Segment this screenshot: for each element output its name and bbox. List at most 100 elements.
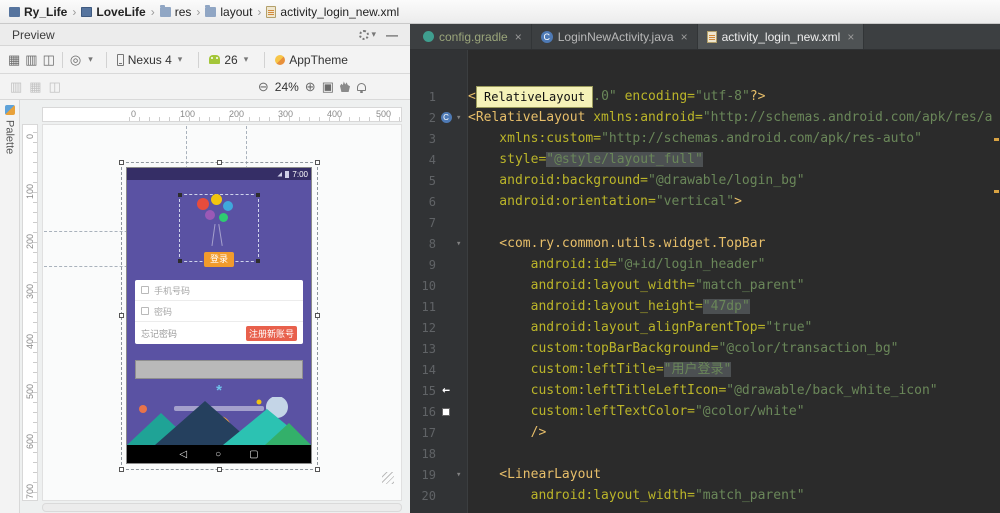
theme-selector[interactable]: AppTheme [272, 52, 351, 68]
gutter-line[interactable]: 5 [410, 170, 467, 191]
layout-variant-icon[interactable]: ▦ [8, 53, 20, 66]
zoom-fit-icon[interactable]: ▣ [322, 80, 334, 93]
zoom-level: 24% [274, 79, 299, 94]
gutter-line[interactable]: 6 [410, 191, 467, 212]
layout-variant3-icon[interactable]: ◫ [43, 53, 55, 66]
resize-handle[interactable] [315, 313, 320, 318]
gutter-line[interactable]: 8 ▾ [410, 233, 467, 254]
breadcrumb-item[interactable]: activity_login_new.xml [263, 4, 402, 20]
gutter-line[interactable]: 15 ← [410, 380, 467, 401]
pan-hand-icon[interactable] [340, 81, 350, 92]
design-canvas[interactable]: Palette 0 100 200 300 400 500 0 100 200 300 400 50… [0, 100, 410, 513]
fold-marker[interactable]: ▾ [456, 470, 466, 480]
gutter-line[interactable]: 16 [410, 401, 467, 422]
gutter-line[interactable]: 2 C ▾ [410, 107, 467, 128]
code-token: "match_parent" [694, 488, 805, 503]
resize-handle[interactable] [216, 467, 222, 472]
code-line[interactable]: custom:leftTextColor="@color/white" [468, 401, 992, 422]
resize-handle[interactable] [119, 467, 124, 472]
xml-file-icon [266, 5, 277, 18]
editor-tabbar: config.gradle × C LoginNewActivity.java × act… [410, 24, 1000, 50]
fold-marker[interactable]: ▾ [456, 239, 466, 249]
close-tab-icon[interactable]: × [847, 30, 854, 44]
zoom-in-icon[interactable]: ⊕ [305, 80, 316, 93]
resize-handle[interactable] [119, 313, 124, 318]
gutter-line[interactable]: 20 [410, 485, 467, 506]
gutter-line[interactable]: 11 [410, 296, 467, 317]
hide-panel-button[interactable]: — [382, 28, 402, 42]
close-tab-icon[interactable]: × [515, 30, 522, 44]
tab-config-gradle[interactable]: config.gradle × [414, 24, 532, 49]
device-selector[interactable]: Nexus 4 ▾ [114, 52, 192, 68]
code-token: "match_parent" [694, 278, 805, 293]
gutter-line[interactable]: 7 [410, 212, 467, 233]
gear-icon[interactable] [359, 29, 370, 40]
breadcrumb-separator-icon: › [150, 4, 155, 19]
close-tab-icon[interactable]: × [681, 30, 688, 44]
code-line[interactable]: <LinearLayout [468, 464, 992, 485]
breadcrumb-label: Ry_Life [24, 4, 68, 19]
breadcrumb-item[interactable]: layout [202, 4, 255, 20]
design-surface-icon[interactable]: ◎ [70, 53, 81, 66]
ruler-label: 700 [25, 484, 35, 500]
gutter-line[interactable]: 18 [410, 443, 467, 464]
gutter-line[interactable]: 13 [410, 338, 467, 359]
gutter-line[interactable]: 19 ▾ [410, 464, 467, 485]
tab-activity-login-new-xml[interactable]: activity_login_new.xml × [697, 24, 865, 49]
code-line[interactable]: android:id="@+id/login_header" [468, 254, 992, 275]
code-line[interactable]: <RelativeLayout xmlns:android="http://sc… [468, 107, 992, 128]
ruler-label: 400 [327, 109, 343, 119]
code-token: android:layout_width= [468, 488, 695, 503]
code-line[interactable]: android:layout_height="47dp" [468, 296, 992, 317]
line-number: 7 [428, 215, 436, 230]
editor-error-stripe[interactable] [992, 50, 1000, 513]
code-line[interactable] [468, 443, 992, 464]
zoom-out-icon[interactable]: ⊖ [258, 80, 269, 93]
code-line[interactable]: <com.ry.common.utils.widget.TopBar [468, 233, 992, 254]
code-line[interactable]: custom:leftTitle="用户登录" [468, 359, 992, 380]
code-line[interactable]: android:layout_width="match_parent" [468, 275, 992, 296]
breadcrumb-item[interactable]: LoveLife [78, 4, 148, 20]
breadcrumb-item[interactable]: res [157, 4, 195, 20]
code-editor[interactable]: RelativeLayout 1 2 C ▾ 3 4 5 6 7 8 ▾ 9 10 11 12 13 14 15 ←… [410, 50, 1000, 513]
editor-panel: config.gradle × C LoginNewActivity.java × act… [410, 24, 1000, 513]
code-line[interactable]: custom:leftTitleLeftIcon="@drawable/back… [468, 380, 992, 401]
code-line[interactable] [468, 212, 992, 233]
code-line[interactable]: android:layout_alignParentTop="true" [468, 317, 992, 338]
code-line[interactable]: style="@style/layout_full" [468, 149, 992, 170]
code-line[interactable]: custom:topBarBackground="@color/transact… [468, 338, 992, 359]
code-line[interactable]: xmlns:custom="http://schemas.android.com… [468, 128, 992, 149]
resize-handle[interactable] [216, 160, 222, 165]
line-number: 14 [421, 362, 436, 377]
resize-handle[interactable] [315, 160, 320, 165]
fold-marker[interactable]: ▾ [456, 113, 466, 123]
gutter-line[interactable]: 4 [410, 149, 467, 170]
gutter-line[interactable]: 14 [410, 359, 467, 380]
gutter-line[interactable]: 1 [410, 86, 467, 107]
notifications-bell-icon[interactable] [357, 82, 366, 93]
palette-tool-window-tab[interactable]: Palette [0, 100, 20, 513]
editor-code-area[interactable]: <?xml version="1.0" encoding="utf-8"?><R… [468, 50, 992, 513]
design-dropdown-icon[interactable]: ▾ [88, 54, 93, 65]
tab-loginnewactivity-java[interactable]: C LoginNewActivity.java × [532, 24, 698, 49]
gutter-line[interactable]: 9 [410, 254, 467, 275]
canvas-horizontal-scrollbar[interactable] [42, 503, 402, 512]
module-icon [81, 6, 93, 17]
code-line[interactable]: android:orientation="vertical"> [468, 191, 992, 212]
gutter-line[interactable]: 12 [410, 317, 467, 338]
resize-handle[interactable] [119, 160, 124, 165]
resize-handle[interactable] [315, 467, 320, 472]
theme-icon [275, 54, 286, 65]
code-token: /> [468, 425, 547, 440]
layout-variant2-icon[interactable]: ▥ [25, 53, 37, 66]
api-selector[interactable]: 26 ▾ [206, 52, 257, 68]
code-line[interactable]: android:layout_width="match_parent" [468, 485, 992, 506]
gutter-line[interactable]: 10 [410, 275, 467, 296]
code-line[interactable]: /> [468, 422, 992, 443]
gear-dropdown-icon[interactable]: ▾ [371, 29, 376, 40]
gutter-line[interactable]: 3 [410, 128, 467, 149]
breadcrumb-item[interactable]: Ry_Life [6, 4, 70, 20]
code-line[interactable]: android:background="@drawable/login_bg" [468, 170, 992, 191]
canvas-resize-grip[interactable] [382, 472, 394, 484]
gutter-line[interactable]: 17 [410, 422, 467, 443]
